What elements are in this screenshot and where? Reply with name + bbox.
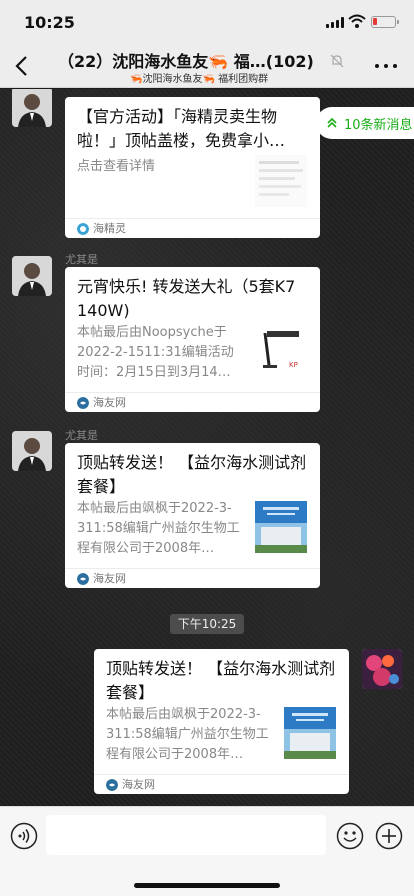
card-footer: 海友网 — [94, 774, 349, 794]
input-bar — [0, 806, 414, 896]
chat-title[interactable]: （22）沈阳海水鱼友🦐 福…(102) — [58, 48, 358, 72]
card-thumbnail — [255, 501, 307, 553]
card-title: 元宵快乐! 转发送大礼（5套K7 140W) — [77, 277, 296, 320]
card-description: 本帖最后由飒枫于2022-3-311:58编辑广州益尔生物工程有限公司于2008… — [106, 707, 269, 762]
card-title: 顶贴转发送！ 【益尔海水测试剂套餐】 — [77, 453, 307, 496]
link-card[interactable]: 【官方活动】「海精灵卖生物啦！」顶帖盖楼，免费拿小… 点击查看详情 海精灵 — [65, 97, 320, 238]
card-source: 海精灵 — [93, 222, 126, 235]
link-card[interactable]: 顶贴转发送！ 【益尔海水测试剂套餐】 本帖最后由飒枫于2022-3-311:58… — [94, 649, 349, 794]
battery-icon — [371, 16, 399, 28]
card-footer: 海精灵 — [65, 218, 320, 238]
new-messages-button[interactable]: 10条新消息 — [316, 107, 414, 139]
card-description: 本帖最后由Noopsyche于2022-2-1511:31编辑活动时间：2月15… — [77, 325, 234, 380]
card-thumbnail — [255, 155, 307, 207]
card-footer: 海友网 — [65, 392, 320, 412]
link-card[interactable]: 元宵快乐! 转发送大礼（5套K7 140W) 本帖最后由Noopsyche于20… — [65, 267, 320, 412]
card-title: 顶贴转发送！ 【益尔海水测试剂套餐】 — [106, 659, 336, 702]
card-description: 点击查看详情 — [77, 159, 156, 174]
source-icon — [77, 223, 89, 235]
avatar[interactable] — [12, 256, 52, 296]
card-description: 本帖最后由飒枫于2022-3-311:58编辑广州益尔生物工程有限公司于2008… — [77, 501, 240, 556]
sender-name: 尤其是 — [65, 253, 98, 266]
avatar[interactable] — [12, 431, 52, 471]
wifi-icon — [348, 14, 366, 28]
new-messages-label: 10条新消息 — [344, 117, 413, 133]
avatar[interactable] — [12, 89, 52, 127]
card-thumbnail: KP — [255, 325, 307, 377]
source-icon — [77, 573, 89, 585]
chevron-up-icon — [327, 117, 337, 128]
chat-subtitle: 🦐沈阳海水鱼友🦐 福利团购群 — [130, 74, 269, 85]
plus-icon[interactable] — [375, 822, 403, 850]
card-source: 海友网 — [93, 572, 126, 585]
svg-text:KP: KP — [289, 361, 298, 369]
card-source: 海友网 — [93, 396, 126, 409]
home-indicator — [134, 883, 280, 888]
mute-icon — [330, 54, 344, 68]
card-title: 【官方活动】「海精灵卖生物啦！」顶帖盖楼，免费拿小… — [77, 107, 286, 150]
card-source: 海友网 — [122, 778, 155, 791]
signal-icon — [326, 17, 344, 28]
nav-bar: （22）沈阳海水鱼友🦐 福…(102) 🦐沈阳海水鱼友🦐 福利团购群 — [0, 44, 414, 88]
voice-icon[interactable] — [10, 822, 38, 850]
emoji-icon[interactable] — [336, 822, 364, 850]
message-input[interactable] — [46, 815, 326, 855]
message-timestamp: 下午10:25 — [170, 614, 244, 634]
card-footer: 海友网 — [65, 568, 320, 588]
status-time: 10:25 — [24, 13, 75, 32]
sender-name: 尤其是 — [65, 429, 98, 442]
chat-area[interactable]: 10条新消息 【官方活动】「海精灵卖生物啦！」顶帖盖楼，免费拿小… 点击查看详情… — [0, 89, 414, 806]
status-bar: 10:25 — [0, 0, 414, 44]
source-icon — [77, 397, 89, 409]
link-card[interactable]: 顶贴转发送！ 【益尔海水测试剂套餐】 本帖最后由飒枫于2022-3-311:58… — [65, 443, 320, 588]
source-icon — [106, 779, 118, 791]
card-thumbnail — [284, 707, 336, 759]
avatar[interactable] — [362, 649, 402, 689]
back-icon[interactable] — [14, 55, 30, 77]
more-icon[interactable] — [375, 64, 397, 70]
